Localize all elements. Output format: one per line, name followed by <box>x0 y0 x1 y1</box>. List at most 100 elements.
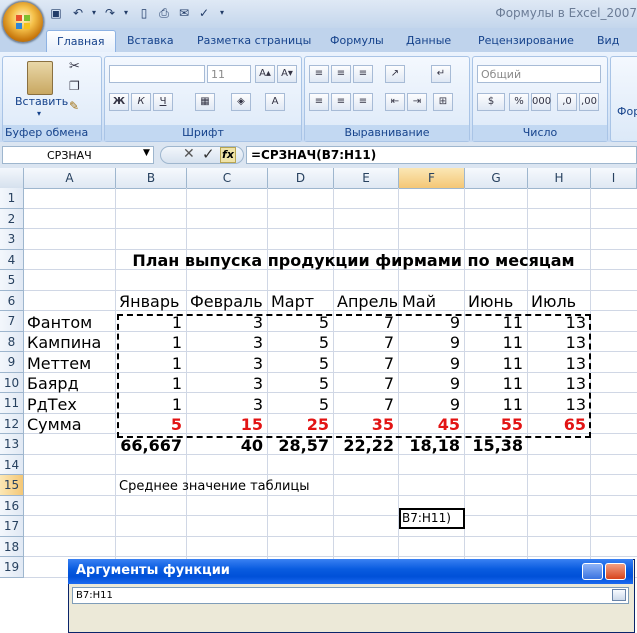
expand-dialog-icon[interactable] <box>612 589 626 601</box>
row-header-7[interactable]: 7 <box>0 311 24 332</box>
redo-icon[interactable]: ↷ <box>102 5 118 21</box>
grow-font-icon[interactable]: A▴ <box>255 65 275 83</box>
month-header[interactable]: Апрель <box>337 292 398 312</box>
tab-insert[interactable]: Вставка <box>127 30 174 52</box>
column-header-e[interactable]: E <box>334 168 399 188</box>
row-header-11[interactable]: 11 <box>0 393 24 414</box>
undo-icon[interactable]: ↶ <box>70 5 86 21</box>
month-header[interactable]: Июль <box>531 292 576 312</box>
column-header-b[interactable]: B <box>116 168 187 188</box>
month-header[interactable]: Май <box>402 292 436 312</box>
active-cell[interactable]: B7:H11) <box>399 508 465 529</box>
row-header-15[interactable]: 15 <box>0 475 24 496</box>
wrap-text-icon[interactable]: ↵ <box>431 65 451 83</box>
font-size-combo[interactable]: 11 <box>207 65 251 83</box>
cut-icon[interactable]: ✂ <box>69 59 80 74</box>
ratio-cell[interactable]: 40 <box>187 435 263 456</box>
align-bottom-icon[interactable]: ≡ <box>353 65 373 83</box>
italic-button[interactable]: К <box>131 93 151 111</box>
customize-toolbar-icon[interactable]: ▾ <box>214 5 230 21</box>
month-header[interactable]: Июнь <box>468 292 513 312</box>
row-header-1[interactable]: 1 <box>0 188 24 209</box>
row-header-12[interactable]: 12 <box>0 414 24 434</box>
tab-home[interactable]: Главная <box>46 30 116 53</box>
decrease-indent-icon[interactable]: ⇤ <box>385 93 405 111</box>
tab-page-layout[interactable]: Разметка страницы <box>197 30 311 52</box>
name-box-dropdown-icon[interactable]: ▼ <box>143 148 150 158</box>
spell-check-icon[interactable]: ✓ <box>196 5 212 21</box>
row-header-8[interactable]: 8 <box>0 332 24 352</box>
ratio-cell[interactable]: 28,57 <box>268 435 329 456</box>
increase-indent-icon[interactable]: ⇥ <box>407 93 427 111</box>
align-center-icon[interactable]: ≡ <box>331 93 351 111</box>
firm-label[interactable]: Меттем <box>27 353 91 374</box>
column-header-d[interactable]: D <box>268 168 334 188</box>
row-header-14[interactable]: 14 <box>0 455 24 475</box>
align-middle-icon[interactable]: ≡ <box>331 65 351 83</box>
font-color-icon[interactable]: A <box>265 93 285 111</box>
row-header-6[interactable]: 6 <box>0 291 24 311</box>
column-header-a[interactable]: A <box>24 168 116 188</box>
tab-view[interactable]: Вид <box>597 30 619 52</box>
month-header[interactable]: Март <box>271 292 314 312</box>
merge-center-icon[interactable]: ⊞ <box>433 93 453 111</box>
dialog-close-button[interactable] <box>605 563 626 580</box>
copy-icon[interactable]: ❐ <box>69 79 80 93</box>
row-header-10[interactable]: 10 <box>0 373 24 393</box>
row-header-19[interactable]: 19 <box>0 557 24 578</box>
firm-label[interactable]: Фантом <box>27 312 92 333</box>
column-header-h[interactable]: H <box>528 168 591 188</box>
firm-label[interactable]: Кампина <box>27 333 101 353</box>
align-top-icon[interactable]: ≡ <box>309 65 329 83</box>
row-header-13[interactable]: 13 <box>0 434 24 455</box>
tab-review[interactable]: Рецензирование <box>478 30 574 52</box>
row-header-3[interactable]: 3 <box>0 229 24 250</box>
formula-input[interactable]: =СРЗНАЧ(B7:H11) <box>246 146 637 164</box>
underline-button[interactable]: Ч <box>153 93 173 111</box>
ratio-cell[interactable]: 18,18 <box>399 435 460 456</box>
print-preview-icon[interactable]: ⎙ <box>156 5 172 21</box>
month-header[interactable]: Январь <box>119 292 179 312</box>
paste-button[interactable]: Вставить <box>15 95 68 108</box>
column-header-i[interactable]: I <box>591 168 637 188</box>
dialog-help-button[interactable] <box>582 563 603 580</box>
table-title[interactable]: План выпуска продукции фирмами по месяца… <box>116 251 591 271</box>
select-all-corner[interactable] <box>0 168 24 188</box>
row-header-17[interactable]: 17 <box>0 516 24 537</box>
font-name-combo[interactable] <box>109 65 205 83</box>
column-header-g[interactable]: G <box>465 168 528 188</box>
percent-format-icon[interactable]: % <box>509 93 529 111</box>
save-icon[interactable]: ▣ <box>48 5 64 21</box>
align-right-icon[interactable]: ≡ <box>353 93 373 111</box>
undo-dropdown-icon[interactable]: ▾ <box>86 5 102 21</box>
enter-formula-icon[interactable]: ✓ <box>202 145 215 163</box>
row-header-18[interactable]: 18 <box>0 537 24 557</box>
borders-icon[interactable]: ▦ <box>195 93 215 111</box>
tab-data[interactable]: Данные <box>406 30 451 52</box>
column-header-c[interactable]: C <box>187 168 268 188</box>
column-header-f[interactable]: F <box>399 168 465 188</box>
month-header[interactable]: Февраль <box>190 292 263 312</box>
sum-label[interactable]: Сумма <box>27 415 82 435</box>
firm-label[interactable]: РдТех <box>27 394 77 415</box>
new-document-icon[interactable]: ▯ <box>136 5 152 21</box>
ratio-cell[interactable]: 66,667 <box>116 435 182 456</box>
redo-dropdown-icon[interactable]: ▾ <box>118 5 134 21</box>
bold-button[interactable]: Ж <box>109 93 129 111</box>
row-header-2[interactable]: 2 <box>0 209 24 229</box>
insert-function-button[interactable]: fx <box>220 147 236 163</box>
decrease-decimal-icon[interactable]: ,00 <box>579 93 599 111</box>
quick-print-icon[interactable]: ✉ <box>176 5 192 21</box>
align-left-icon[interactable]: ≡ <box>309 93 329 111</box>
shrink-font-icon[interactable]: A▾ <box>277 65 297 83</box>
row-header-16[interactable]: 16 <box>0 496 24 516</box>
dialog-range-input[interactable]: B7:H11 <box>72 587 629 604</box>
currency-format-icon[interactable]: $ <box>477 93 505 111</box>
tab-formulas[interactable]: Формулы <box>330 30 384 52</box>
orientation-icon[interactable]: ↗ <box>385 65 405 83</box>
comma-style-icon[interactable]: 000 <box>531 93 551 111</box>
ratio-cell[interactable]: 22,22 <box>334 435 394 456</box>
fill-color-icon[interactable]: ◈ <box>231 93 251 111</box>
cancel-formula-icon[interactable]: ✕ <box>183 146 195 162</box>
row-header-5[interactable]: 5 <box>0 270 24 291</box>
